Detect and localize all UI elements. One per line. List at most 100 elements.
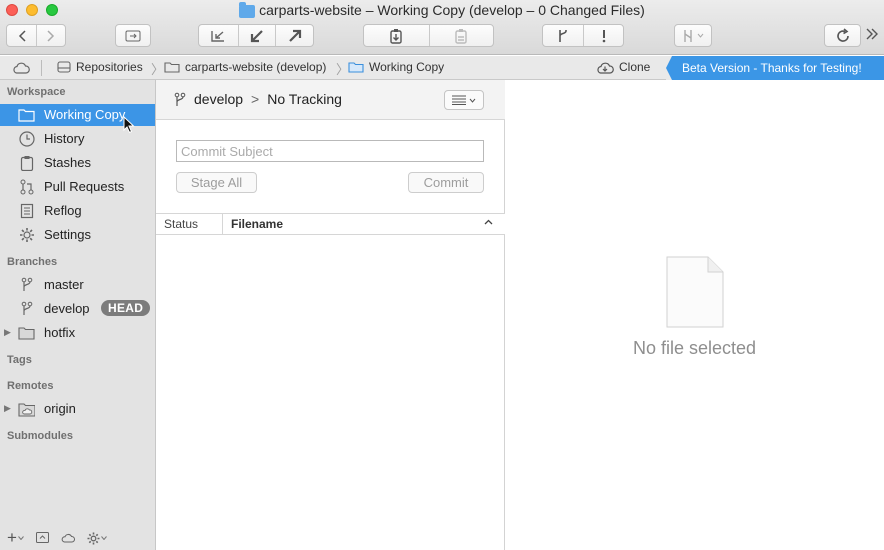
sidebar-item-label: Pull Requests bbox=[44, 179, 125, 194]
breadcrumb-repositories[interactable]: Repositories bbox=[57, 60, 143, 74]
toggle-sidebar-button[interactable] bbox=[115, 24, 151, 47]
branch-button[interactable] bbox=[543, 25, 583, 46]
sidebar-item-remote-origin[interactable]: ▶ origin bbox=[0, 398, 155, 420]
window-title-area: carparts-website – Working Copy (develop… bbox=[0, 1, 884, 18]
toolbar-overflow-button[interactable] bbox=[866, 28, 879, 43]
refresh-button[interactable] bbox=[824, 24, 861, 47]
sidebar-item-label: Stashes bbox=[44, 155, 91, 170]
list-menu-icon bbox=[452, 95, 466, 105]
file-detail-pane: No file selected bbox=[505, 80, 884, 550]
disclosure-triangle-icon[interactable]: ▶ bbox=[4, 327, 11, 338]
back-button[interactable] bbox=[7, 25, 36, 46]
folder-icon bbox=[18, 107, 35, 123]
merge-icon bbox=[684, 29, 692, 42]
sidebar-item-stashes[interactable]: Stashes bbox=[0, 152, 155, 174]
breadcrumb-repository[interactable]: carparts-website (develop) bbox=[164, 60, 326, 74]
refresh bbox=[825, 25, 860, 46]
branch-icon bbox=[174, 92, 186, 106]
gear-icon bbox=[18, 227, 35, 243]
beta-label: Beta Version - Thanks for Testing! bbox=[682, 61, 862, 75]
clone-label: Clone bbox=[619, 60, 651, 74]
chevron-down-icon bbox=[697, 33, 704, 38]
cloud-icon bbox=[13, 62, 30, 74]
sidebar-item-label: origin bbox=[44, 401, 76, 416]
breadcrumb-label: carparts-website (develop) bbox=[185, 60, 327, 74]
tag-button[interactable] bbox=[583, 25, 623, 46]
stash-save-icon bbox=[390, 28, 402, 44]
sidebar-item-branch-develop[interactable]: develop HEAD bbox=[0, 298, 155, 320]
sidebar-footer: + bbox=[0, 526, 155, 550]
collapse-button[interactable] bbox=[35, 531, 49, 546]
pull-button[interactable] bbox=[237, 25, 276, 46]
gear-icon bbox=[87, 532, 100, 544]
remote-button[interactable] bbox=[61, 531, 75, 546]
stage-all-button[interactable]: Stage All bbox=[176, 172, 257, 193]
branch-tracking-info: develop > No Tracking bbox=[174, 91, 342, 107]
disclosure-triangle-icon[interactable]: ▶ bbox=[4, 403, 11, 414]
sidebar-item-label: Settings bbox=[44, 227, 91, 242]
navigation-buttons bbox=[6, 24, 66, 47]
stash-button[interactable] bbox=[364, 25, 429, 46]
head-badge: HEAD bbox=[101, 300, 151, 316]
fetch-icon bbox=[211, 30, 225, 42]
push-button[interactable] bbox=[275, 25, 313, 46]
sync-buttons bbox=[198, 24, 314, 47]
branch-fork-icon bbox=[559, 29, 568, 42]
clone-button[interactable]: Clone bbox=[596, 60, 650, 74]
column-header-filename[interactable]: Filename bbox=[231, 217, 283, 231]
options-menu-button[interactable] bbox=[444, 90, 484, 110]
column-header-status[interactable]: Status bbox=[164, 217, 198, 231]
branch-header: develop > No Tracking bbox=[156, 80, 505, 120]
sidebar-item-label: Reflog bbox=[44, 203, 82, 218]
pull-arrow-icon bbox=[250, 29, 263, 42]
add-menu-button[interactable]: + bbox=[7, 528, 24, 548]
branch-icon bbox=[18, 301, 35, 317]
repository-box-icon bbox=[125, 30, 141, 41]
branch-icon bbox=[18, 277, 35, 293]
cloud-download-icon bbox=[597, 62, 614, 74]
cloud-button[interactable] bbox=[12, 61, 30, 77]
clipboard-icon bbox=[18, 155, 35, 171]
document-icon bbox=[666, 256, 724, 328]
sidebar-section-submodules[interactable]: Submodules bbox=[7, 430, 73, 442]
folder-icon bbox=[239, 1, 256, 18]
sidebar-item-reflog[interactable]: Reflog bbox=[0, 200, 155, 222]
action-menu-button[interactable] bbox=[87, 532, 107, 545]
chevron-right-icon bbox=[47, 29, 55, 42]
forward-button[interactable] bbox=[36, 25, 65, 46]
file-list-header: Status Filename bbox=[156, 213, 505, 235]
chevron-down-icon bbox=[18, 536, 24, 540]
sidebar-section-workspace: Workspace bbox=[7, 86, 66, 98]
collapse-box-icon bbox=[35, 531, 49, 543]
merge-menu bbox=[675, 25, 711, 46]
refresh-icon bbox=[836, 27, 849, 42]
chevron-down-icon bbox=[469, 98, 476, 103]
sidebar-section-tags[interactable]: Tags bbox=[7, 354, 32, 366]
push-arrow-icon bbox=[288, 29, 301, 42]
stash-buttons bbox=[363, 24, 494, 47]
title-bar: carparts-website – Working Copy (develop… bbox=[0, 0, 884, 55]
hard-drive-icon bbox=[57, 61, 71, 73]
merge-menu-button[interactable] bbox=[674, 24, 712, 47]
sidebar-item-settings[interactable]: Settings bbox=[0, 224, 155, 246]
sidebar-item-pull-requests[interactable]: Pull Requests bbox=[0, 176, 155, 198]
fetch-button[interactable] bbox=[199, 25, 238, 46]
empty-state-text: No file selected bbox=[632, 338, 757, 358]
remote-folder-icon bbox=[18, 401, 35, 417]
tracking-status: No Tracking bbox=[267, 91, 342, 107]
sidebar: Workspace Working Copy History Stashes P… bbox=[0, 80, 156, 550]
sidebar-item-branch-master[interactable]: master bbox=[0, 274, 155, 296]
stash-pop-button[interactable] bbox=[428, 25, 494, 46]
sidebar-section-remotes: Remotes bbox=[7, 380, 54, 392]
breadcrumb-working-copy[interactable]: Working Copy bbox=[348, 60, 444, 74]
mouse-pointer-icon bbox=[123, 116, 135, 134]
commit-pane: develop > No Tracking Stage All Commit S… bbox=[156, 80, 505, 550]
sidebar-item-label: History bbox=[44, 131, 85, 146]
commit-subject-input[interactable] bbox=[176, 140, 484, 162]
beta-banner: Beta Version - Thanks for Testing! bbox=[666, 56, 884, 80]
commit-button[interactable]: Commit bbox=[408, 172, 484, 193]
sidebar-item-branch-hotfix[interactable]: ▶ hotfix bbox=[0, 322, 155, 344]
divider bbox=[41, 60, 42, 76]
column-divider[interactable] bbox=[222, 214, 223, 235]
clock-icon bbox=[18, 131, 35, 147]
